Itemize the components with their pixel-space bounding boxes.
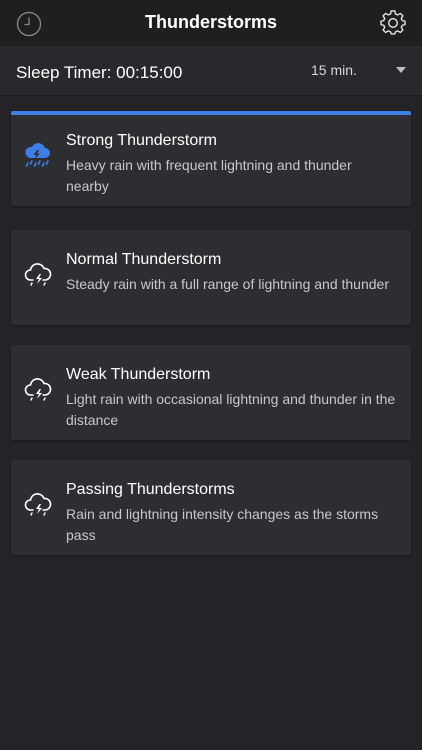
storm-cloud-icon: [23, 375, 53, 405]
page-title: Thunderstorms: [144, 12, 277, 32]
sleep-timer-label: Sleep Timer: 00:15:00: [16, 63, 183, 82]
sound-description: Rain and lightning intensity changes as …: [66, 506, 379, 543]
sound-title: Strong Thunderstorm: [66, 132, 217, 149]
gear-icon[interactable]: [378, 8, 408, 38]
storm-cloud-icon: [23, 490, 53, 520]
storm-heavy-icon: [23, 141, 53, 171]
sound-title: Passing Thunderstorms: [66, 481, 235, 498]
navigation-bar: Thunderstorms: [0, 0, 422, 46]
sound-card-strong-thunderstorm[interactable]: Strong Thunderstorm Heavy rain with freq…: [11, 111, 411, 206]
sound-title: Normal Thunderstorm: [66, 251, 222, 268]
sound-card-weak-thunderstorm[interactable]: Weak Thunderstorm Light rain with occasi…: [11, 345, 411, 440]
sound-card-normal-thunderstorm[interactable]: Normal Thunderstorm Steady rain with a f…: [11, 230, 411, 325]
sound-title: Weak Thunderstorm: [66, 366, 211, 383]
sleep-timer-value: 15 min.: [311, 62, 357, 78]
sleep-timer-dropdown[interactable]: 15 min.: [296, 60, 406, 82]
storm-cloud-icon: [23, 260, 53, 290]
chevron-down-icon: [396, 67, 406, 73]
sound-description: Steady rain with a full range of lightni…: [66, 276, 389, 292]
sound-description: Heavy rain with frequent lightning and t…: [66, 157, 352, 194]
sound-description: Light rain with occasional lightning and…: [66, 391, 396, 428]
sound-card-passing-thunderstorms[interactable]: Passing Thunderstorms Rain and lightning…: [11, 460, 411, 555]
sleep-timer-bar: Sleep Timer: 00:15:00 15 min.: [0, 46, 422, 96]
